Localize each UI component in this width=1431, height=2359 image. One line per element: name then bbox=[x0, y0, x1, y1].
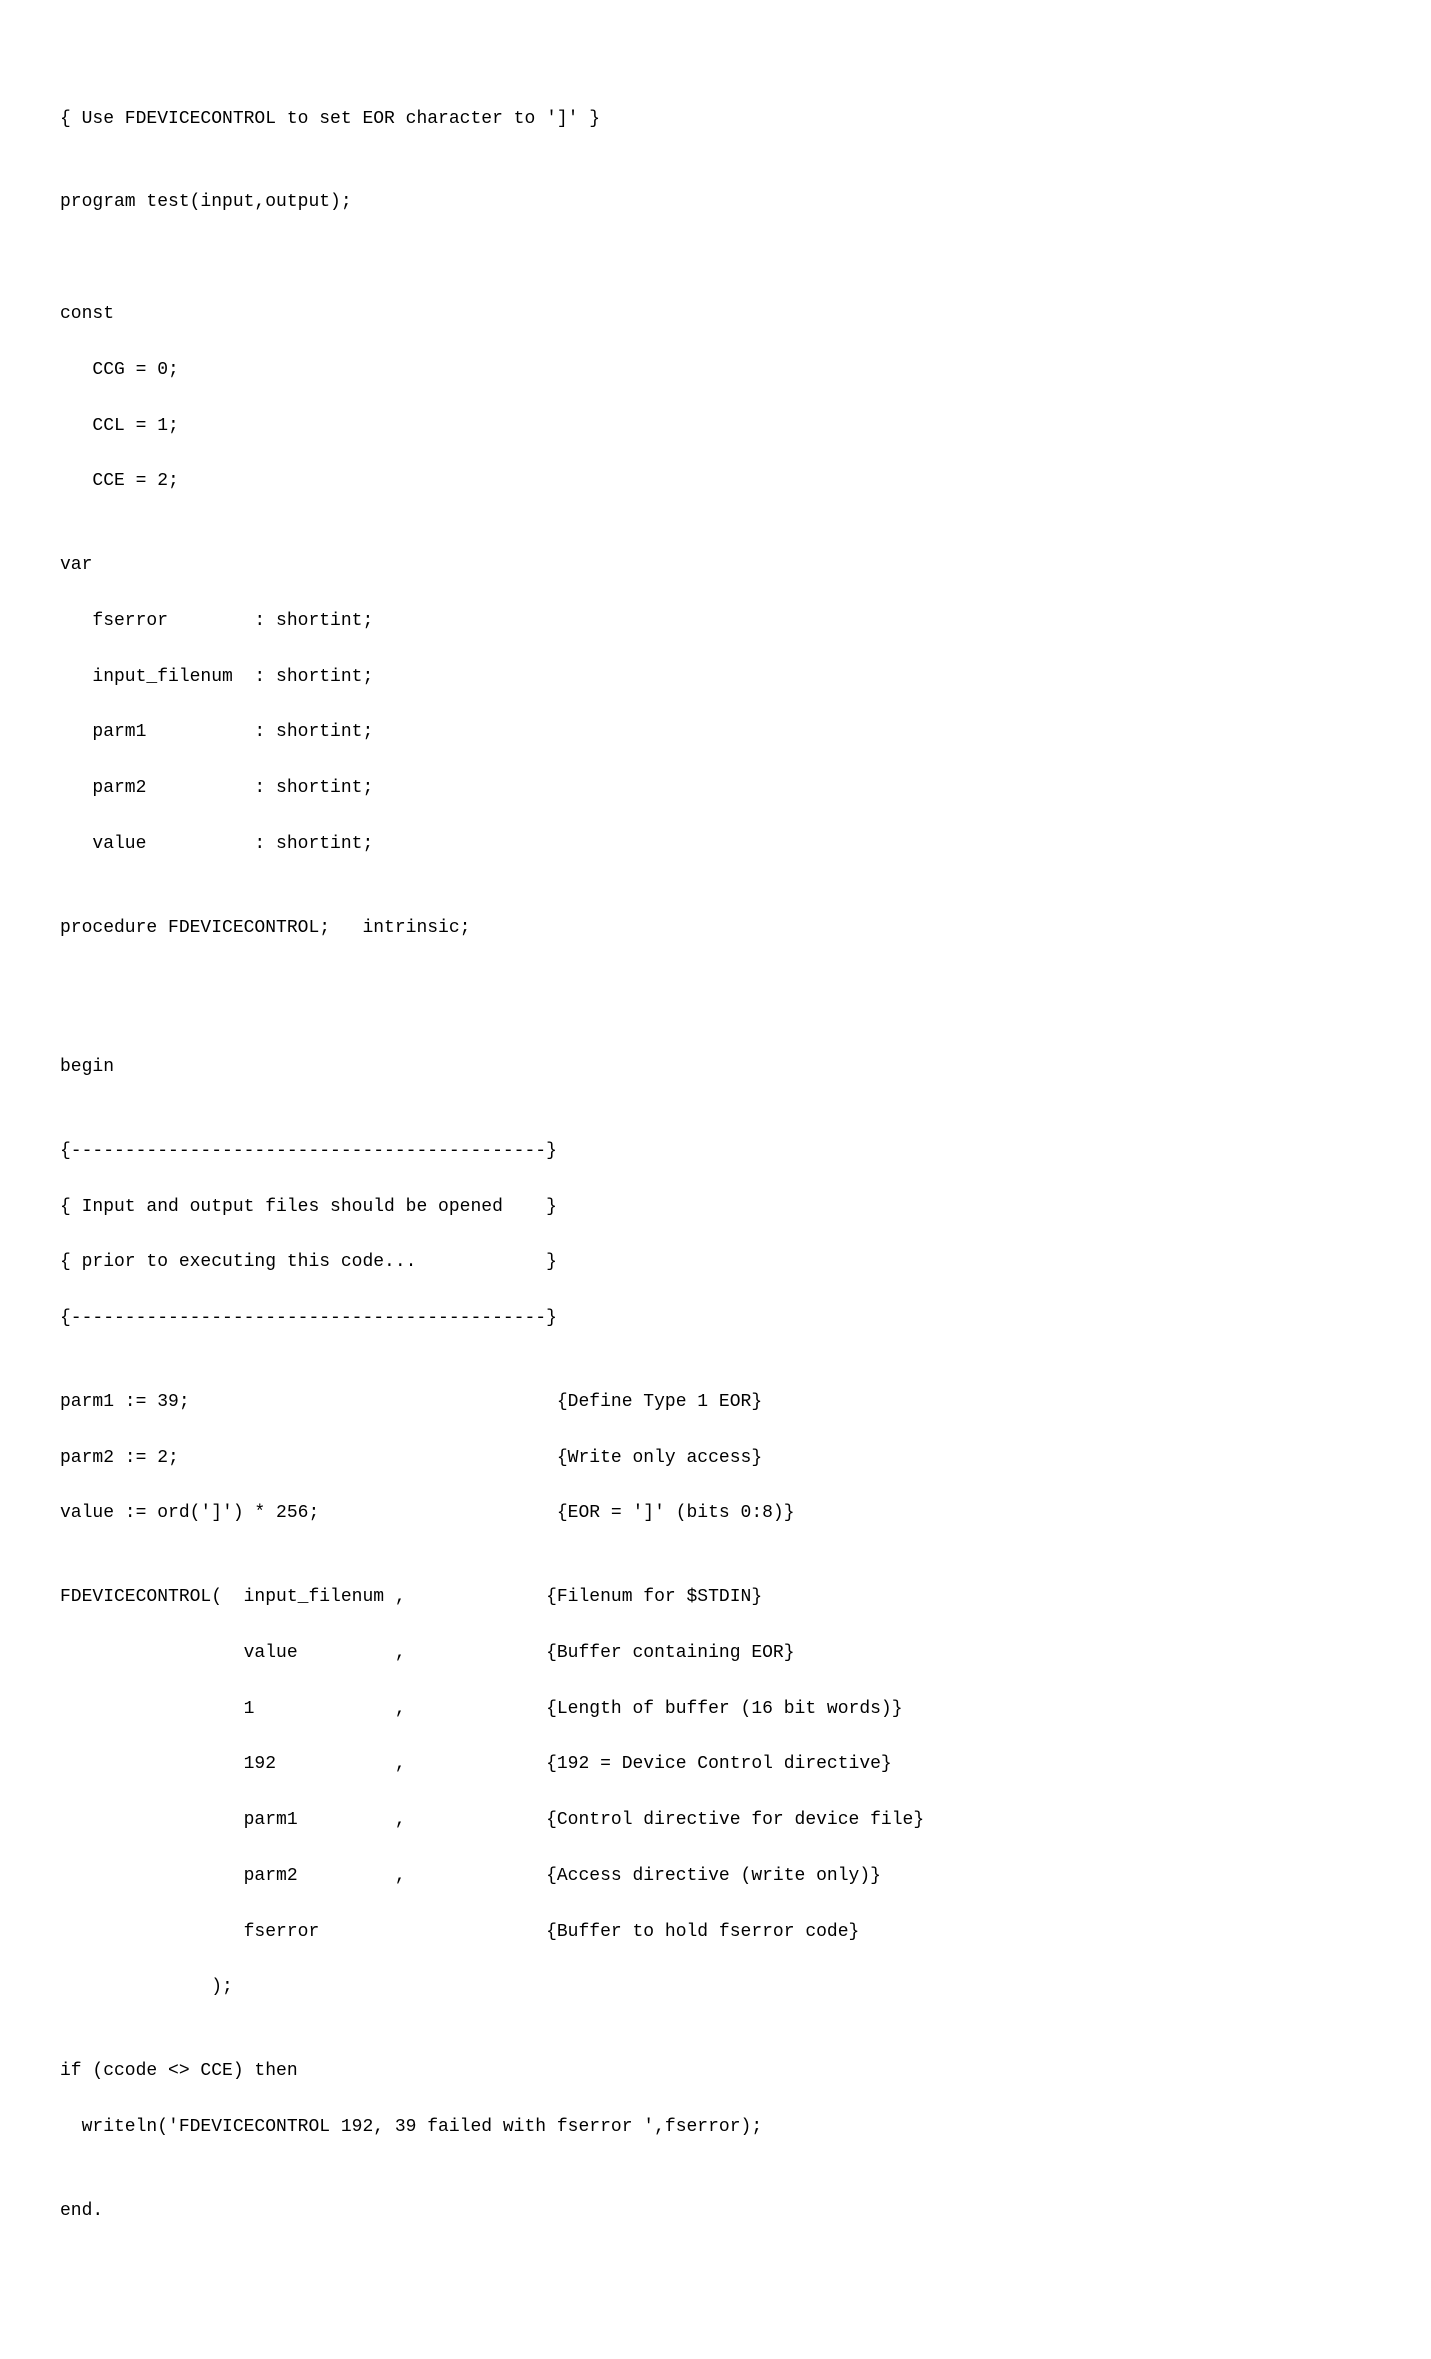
code-line: parm1 : shortint; bbox=[60, 719, 1371, 747]
code-line: { prior to executing this code... } bbox=[60, 1249, 1371, 1277]
code-line: writeln('FDEVICECONTROL 192, 39 failed w… bbox=[60, 2114, 1371, 2142]
code-line: parm1 , {Control directive for device fi… bbox=[60, 1807, 1371, 1835]
code-line: program test(input,output); bbox=[60, 189, 1371, 217]
code-line: const bbox=[60, 301, 1371, 329]
code-line: { Input and output files should be opene… bbox=[60, 1194, 1371, 1222]
code-line: CCE = 2; bbox=[60, 468, 1371, 496]
code-line: {---------------------------------------… bbox=[60, 1138, 1371, 1166]
code-line: procedure FDEVICECONTROL; intrinsic; bbox=[60, 915, 1371, 943]
code-line: fserror : shortint; bbox=[60, 608, 1371, 636]
code-line: parm2 := 2; {Write only access} bbox=[60, 1445, 1371, 1473]
code-line: 192 , {192 = Device Control directive} bbox=[60, 1751, 1371, 1779]
code-line: {---------------------------------------… bbox=[60, 1305, 1371, 1333]
code-line: begin bbox=[60, 1054, 1371, 1082]
code-line: parm2 , {Access directive (write only)} bbox=[60, 1863, 1371, 1891]
code-line: 1 , {Length of buffer (16 bit words)} bbox=[60, 1696, 1371, 1724]
code-line: CCG = 0; bbox=[60, 357, 1371, 385]
code-line: parm1 := 39; {Define Type 1 EOR} bbox=[60, 1389, 1371, 1417]
code-line: value : shortint; bbox=[60, 831, 1371, 859]
code-line: value := ord(']') * 256; {EOR = ']' (bit… bbox=[60, 1500, 1371, 1528]
code-line: value , {Buffer containing EOR} bbox=[60, 1640, 1371, 1668]
code-line: ); bbox=[60, 1974, 1371, 2002]
code-line: if (ccode <> CCE) then bbox=[60, 2058, 1371, 2086]
code-line: FDEVICECONTROL( input_filenum , {Filenum… bbox=[60, 1584, 1371, 1612]
code-line: end. bbox=[60, 2198, 1371, 2226]
code-line: parm2 : shortint; bbox=[60, 775, 1371, 803]
code-line: CCL = 1; bbox=[60, 413, 1371, 441]
code-line: input_filenum : shortint; bbox=[60, 664, 1371, 692]
code-line: fserror {Buffer to hold fserror code} bbox=[60, 1919, 1371, 1947]
code-line: var bbox=[60, 552, 1371, 580]
code-line: { Use FDEVICECONTROL to set EOR characte… bbox=[60, 106, 1371, 134]
